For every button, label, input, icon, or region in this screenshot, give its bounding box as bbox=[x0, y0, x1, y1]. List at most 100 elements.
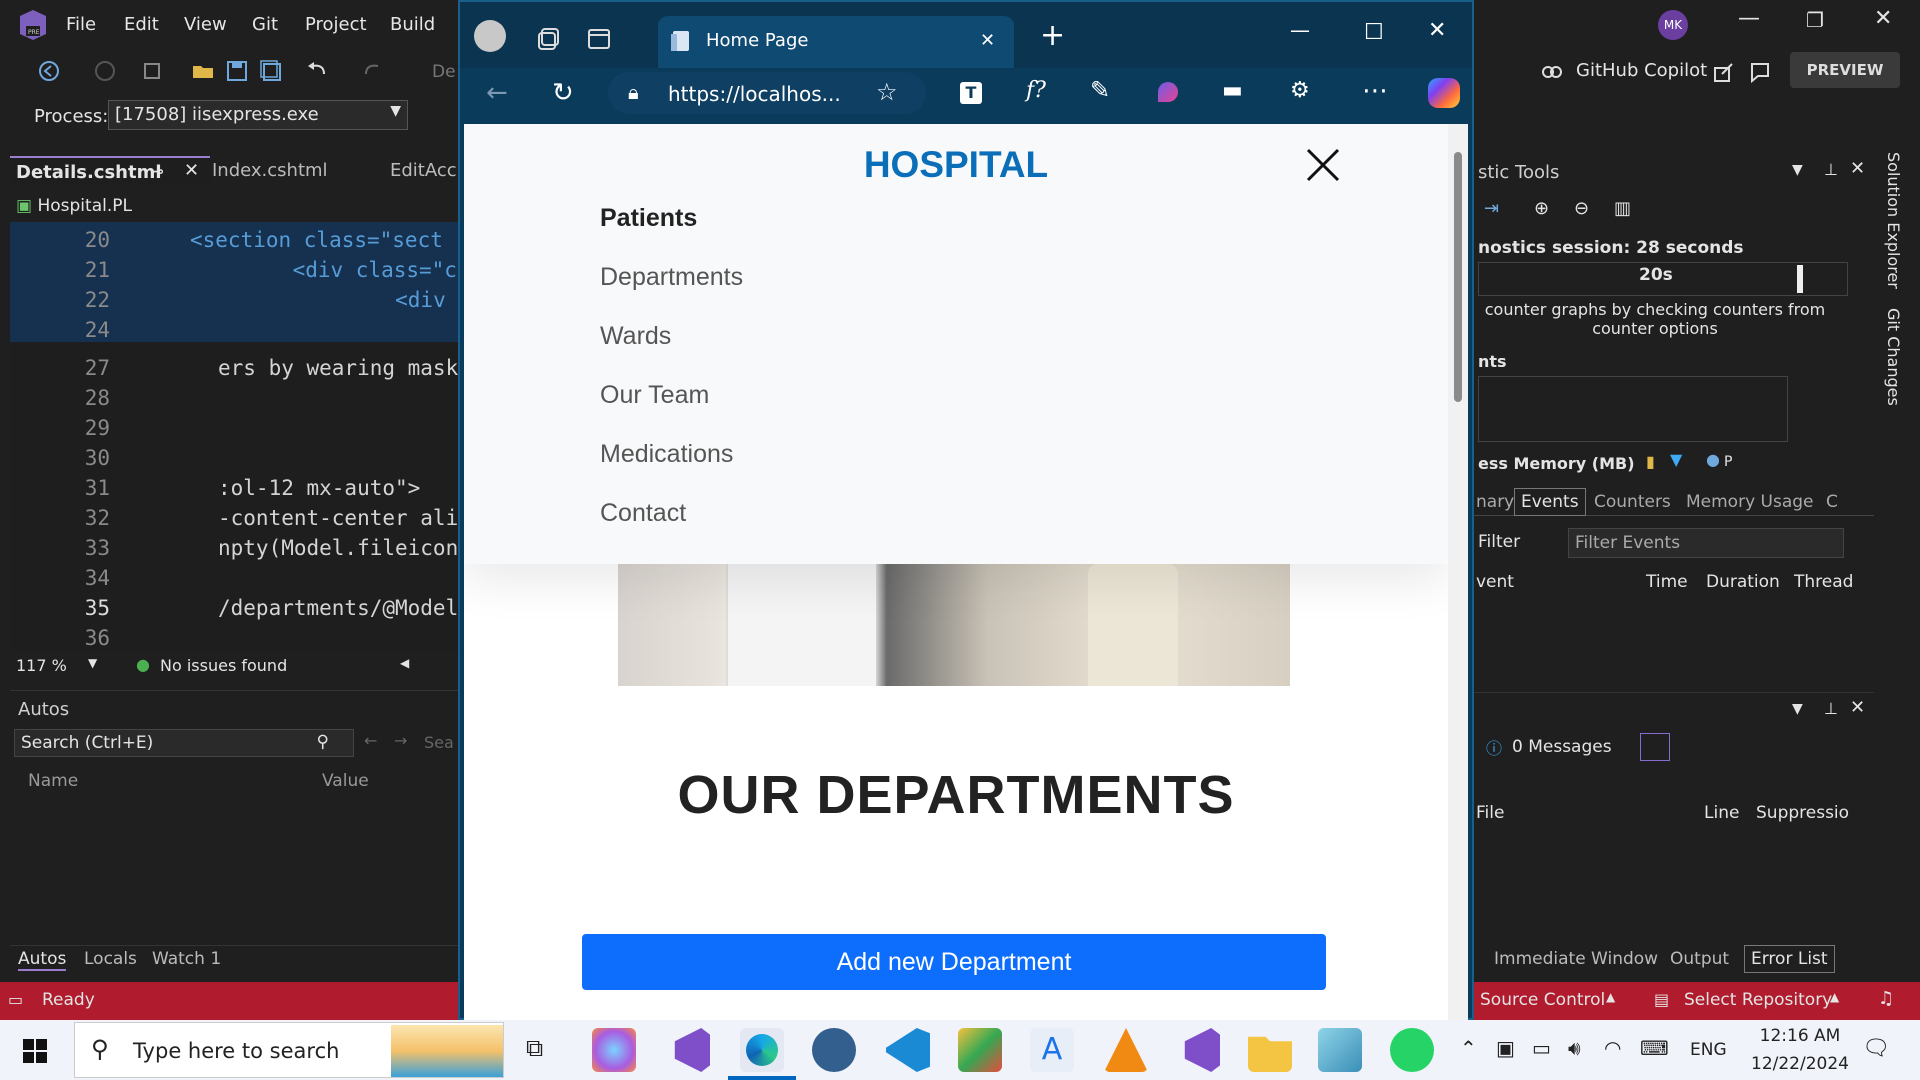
copilot-icon[interactable] bbox=[1540, 60, 1564, 84]
zoom-dropdown-icon[interactable]: ▼ bbox=[88, 656, 97, 670]
code-line[interactable]: <section class="sect bbox=[190, 228, 443, 252]
column-time[interactable]: Time bbox=[1646, 572, 1688, 592]
windows-start-icon[interactable] bbox=[22, 1038, 48, 1064]
add-department-button[interactable]: Add new Department bbox=[582, 934, 1326, 990]
column-thread[interactable]: Thread bbox=[1794, 572, 1853, 592]
extension-icon[interactable] bbox=[1158, 82, 1178, 102]
undo-icon[interactable] bbox=[304, 58, 330, 84]
code-line[interactable]: -content-center align bbox=[218, 506, 484, 530]
column-duration[interactable]: Duration bbox=[1706, 572, 1780, 592]
feedback-icon[interactable] bbox=[1748, 60, 1772, 84]
pin-icon[interactable]: ⊸ bbox=[152, 164, 164, 180]
maximize-icon[interactable]: ☐ bbox=[1364, 20, 1384, 45]
wifi-icon[interactable]: ◠ bbox=[1604, 1036, 1621, 1060]
edge-app-icon[interactable] bbox=[740, 1028, 784, 1072]
copilot-browser-icon[interactable] bbox=[1428, 78, 1460, 108]
browser-tab-home-page[interactable]: Home Page ✕ bbox=[658, 16, 1014, 68]
battery-icon[interactable]: ▭ bbox=[1532, 1036, 1551, 1060]
vertical-tabs-icon[interactable] bbox=[586, 26, 612, 52]
search-icon[interactable]: ⚲ bbox=[317, 732, 329, 752]
notes-app-icon[interactable] bbox=[1318, 1028, 1362, 1072]
tab-close-icon[interactable]: ✕ bbox=[980, 30, 995, 51]
menu-file[interactable]: File bbox=[66, 14, 96, 35]
dropdown-icon[interactable]: ▼ bbox=[1792, 701, 1803, 717]
filter-events-input[interactable]: Filter Events bbox=[1568, 528, 1844, 558]
tab-error-list[interactable]: Error List bbox=[1744, 945, 1835, 973]
restore-icon[interactable]: ❐ bbox=[1806, 8, 1824, 32]
address-bar[interactable]: 🔒︎ https://localhos... ☆ bbox=[608, 72, 926, 114]
volume-icon[interactable]: 🔊︎ bbox=[1568, 1036, 1581, 1060]
scroll-left-icon[interactable]: ◀ bbox=[400, 656, 409, 670]
search-depth[interactable]: Sea bbox=[424, 733, 454, 752]
code-line[interactable]: /departments/@Model.f bbox=[218, 596, 484, 620]
nav-link-patients[interactable]: Patients bbox=[600, 204, 697, 233]
process-dropdown[interactable]: [17508] iisexpress.exe ▼ bbox=[108, 100, 408, 130]
refresh-icon[interactable]: ↻ bbox=[552, 78, 574, 108]
clock-time[interactable]: 12:16 AM bbox=[1752, 1026, 1848, 1046]
keyboard-icon[interactable]: ⌨ bbox=[1640, 1036, 1669, 1060]
issues-status[interactable]: No issues found bbox=[160, 656, 287, 675]
git-changes-tab[interactable]: Git Changes bbox=[1884, 308, 1903, 406]
tab-immediate-window[interactable]: Immediate Window bbox=[1494, 949, 1658, 969]
close-icon[interactable]: ✕ bbox=[1874, 6, 1892, 31]
tab-summary[interactable]: nary bbox=[1476, 492, 1514, 512]
source-control-button[interactable]: Source Control bbox=[1480, 990, 1605, 1010]
timeline-ruler[interactable]: 20s bbox=[1478, 262, 1848, 296]
copilot-app-icon[interactable] bbox=[592, 1028, 636, 1072]
tab-cpu[interactable]: C bbox=[1826, 492, 1838, 512]
code-line[interactable]: <div class="cont bbox=[242, 258, 495, 282]
column-line[interactable]: Line bbox=[1704, 803, 1739, 823]
scrollbar-thumb[interactable] bbox=[1454, 152, 1462, 402]
export-icon[interactable]: ⇥ bbox=[1484, 198, 1499, 219]
tab-counters[interactable]: Counters bbox=[1594, 492, 1671, 512]
more-menu-icon[interactable]: ⋯ bbox=[1362, 76, 1388, 106]
messages-count[interactable]: 0 Messages bbox=[1512, 737, 1612, 757]
brand-logo[interactable]: HOSPITAL bbox=[464, 144, 1448, 186]
close-panel-icon[interactable]: ✕ bbox=[1850, 158, 1865, 179]
nav-link-wards[interactable]: Wards bbox=[600, 322, 671, 351]
tab-events[interactable]: Events bbox=[1514, 488, 1586, 516]
color-app-icon[interactable] bbox=[958, 1028, 1002, 1072]
save-all-icon[interactable] bbox=[258, 58, 284, 84]
menu-view[interactable]: View bbox=[184, 14, 227, 35]
save-icon[interactable] bbox=[224, 58, 250, 84]
code-line[interactable]: npty(Model.fileicon)) bbox=[218, 536, 484, 560]
forward-navigate-icon[interactable] bbox=[92, 58, 118, 84]
autos-search-input[interactable]: Search (Ctrl+E) ⚲ bbox=[14, 729, 354, 757]
workspaces-icon[interactable] bbox=[536, 26, 562, 52]
favorite-star-icon[interactable]: ☆ bbox=[876, 78, 898, 106]
screen-capture-icon[interactable]: ▬ bbox=[1222, 78, 1243, 103]
color-picker-icon[interactable]: ✎ bbox=[1090, 76, 1110, 104]
whatsapp-app-icon[interactable] bbox=[1390, 1028, 1434, 1072]
build-intellisense-filter-icon[interactable] bbox=[1640, 733, 1670, 761]
open-folder-icon[interactable] bbox=[190, 58, 216, 84]
arrow-right-icon[interactable]: → bbox=[394, 731, 407, 750]
tab-autos[interactable]: Autos bbox=[18, 949, 67, 971]
redo-icon[interactable] bbox=[360, 58, 386, 84]
menu-git[interactable]: Git bbox=[252, 14, 278, 35]
close-panel-icon[interactable]: ✕ bbox=[1850, 697, 1865, 718]
pin-icon[interactable]: ⊥ bbox=[1824, 699, 1838, 718]
solution-explorer-tab[interactable]: Solution Explorer bbox=[1884, 152, 1903, 289]
back-navigate-icon[interactable] bbox=[36, 58, 62, 84]
column-name[interactable]: Name bbox=[28, 771, 78, 791]
column-file[interactable]: File bbox=[1476, 803, 1504, 823]
page-scrollbar[interactable] bbox=[1448, 124, 1468, 1022]
tab-index-cshtml[interactable]: Index.cshtml bbox=[206, 156, 376, 186]
code-line[interactable]: ers by wearing masks bbox=[218, 356, 471, 380]
toolbar-config-dropdown[interactable]: De bbox=[432, 62, 456, 82]
minimize-icon[interactable]: — bbox=[1290, 18, 1310, 42]
column-event[interactable]: vent bbox=[1476, 572, 1514, 592]
minimize-icon[interactable]: — bbox=[1738, 6, 1760, 31]
tab-locals[interactable]: Locals bbox=[84, 949, 137, 969]
tab-watch1[interactable]: Watch 1 bbox=[152, 949, 221, 969]
notifications-bell-icon[interactable]: ♫ bbox=[1878, 988, 1894, 1009]
column-suppression[interactable]: Suppressio bbox=[1756, 803, 1849, 823]
menu-edit[interactable]: Edit bbox=[124, 14, 159, 35]
avatar[interactable]: MK bbox=[1658, 10, 1688, 40]
nav-link-departments[interactable]: Departments bbox=[600, 263, 743, 292]
tab-close-icon[interactable]: ✕ bbox=[184, 160, 199, 181]
new-project-icon[interactable] bbox=[140, 58, 166, 84]
tab-output[interactable]: Output bbox=[1670, 949, 1729, 969]
visual-studio-logo-icon[interactable]: PRE bbox=[16, 8, 50, 42]
